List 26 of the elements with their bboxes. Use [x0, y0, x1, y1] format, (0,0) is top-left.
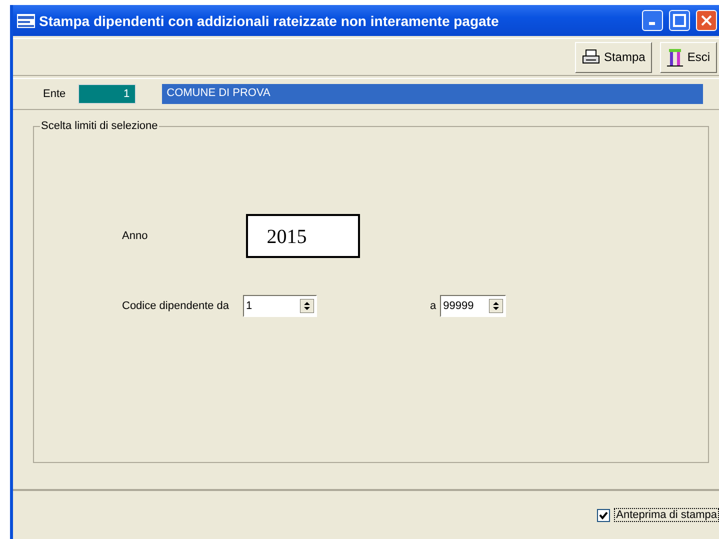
close-icon	[701, 15, 712, 26]
preview-label: Anteprima di stampa	[614, 508, 719, 522]
minimize-button[interactable]	[642, 10, 663, 31]
spin-arrows-icon[interactable]	[300, 299, 314, 313]
printer-icon	[582, 49, 600, 65]
app-icon	[17, 14, 35, 28]
ente-code-field[interactable]: 1	[78, 84, 136, 104]
ente-name-field[interactable]: COMUNE DI PROVA	[162, 84, 703, 104]
codice-label: Codice dipendente da	[122, 300, 230, 312]
close-button[interactable]	[696, 10, 717, 31]
exit-button[interactable]: Esci	[660, 42, 717, 72]
maximize-icon	[673, 14, 686, 27]
group-title: Scelta limiti di selezione	[40, 120, 159, 132]
to-spin-field[interactable]: 99999	[440, 295, 506, 317]
anno-label: Anno	[122, 230, 148, 242]
print-button[interactable]: Stampa	[574, 42, 652, 72]
checkmark-icon	[599, 510, 608, 520]
preview-checkbox[interactable]	[597, 508, 610, 522]
maximize-button[interactable]	[669, 10, 690, 31]
door-icon	[667, 47, 684, 67]
from-spin-field[interactable]: 1	[243, 295, 318, 317]
anno-field[interactable]: 2015	[246, 214, 360, 258]
spin-arrows-icon[interactable]	[489, 299, 504, 313]
ente-label: Ente	[43, 88, 66, 100]
to-label: a	[430, 300, 436, 312]
window-title: Stampa dipendenti con addizionali rateizzate non interamente pagate	[39, 12, 500, 28]
